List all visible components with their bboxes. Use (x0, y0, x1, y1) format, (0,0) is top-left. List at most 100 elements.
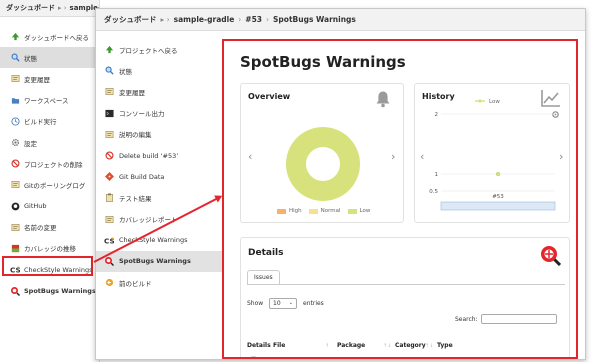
breadcrumb-dashboard[interactable]: ダッシュボード (6, 3, 55, 13)
no-entry-icon (10, 159, 20, 169)
back-sidebar-item[interactable]: 設定 (0, 132, 100, 153)
sidebar-item[interactable]: 前のビルド (96, 272, 222, 293)
breadcrumb-separator: ▸ › (58, 4, 67, 12)
sort-icon[interactable]: ↑↓ (425, 343, 433, 349)
column-header[interactable]: Category (395, 342, 426, 349)
back-sidebar-item[interactable]: プロジェクトの削除 (0, 153, 100, 174)
spotbugs-icon (541, 246, 561, 266)
back-sidebar-item[interactable]: ワークスペース (0, 90, 100, 111)
back-sidebar-item[interactable]: 変更履歴 (0, 68, 100, 89)
chevron-left-icon[interactable]: ‹ (248, 150, 252, 163)
search-icon (104, 66, 114, 76)
sidebar-item[interactable]: 説明の編集 (96, 124, 222, 145)
table-cell-type: ES_COMPARING_PARAMETER_STRING_WITH_EQ (437, 357, 567, 359)
highlight-spotbugs-back (2, 256, 93, 276)
legend-item[interactable]: Low (347, 208, 370, 214)
history-y-tick: 0.5 (429, 189, 438, 195)
show-label: Show (247, 300, 264, 307)
table-cell-category: BAD_PRACTICE (395, 357, 440, 359)
history-point-low[interactable] (495, 171, 501, 177)
legend-item[interactable]: High (277, 208, 302, 214)
no-entry-icon (104, 151, 114, 161)
chevron-right-icon[interactable]: › (391, 150, 395, 163)
back-sidebar-item[interactable]: SpotBugs Warnings (0, 280, 100, 301)
sidebar-item[interactable]: CS CheckStyle Warnings (96, 230, 222, 251)
sidebar-item[interactable]: 状態 (96, 60, 222, 81)
clock-icon (10, 116, 20, 126)
breadcrumb-page[interactable]: SpotBugs Warnings (273, 15, 356, 24)
back-sidebar-item-label: ダッシュボードへ戻る (24, 33, 89, 42)
back-window: ダッシュボード ▸ › sample-gradle ダッシュボードへ戻る状態変更… (0, 0, 100, 362)
checkstyle-icon: CS (104, 235, 114, 245)
sidebar-item[interactable]: SpotBugs Warnings (96, 250, 222, 273)
legend-item[interactable]: Normal (308, 208, 341, 214)
sidebar-item[interactable]: 変更履歴 (96, 81, 222, 102)
arrow-up-icon (10, 32, 20, 42)
front-sidebar: プロジェクトへ戻る 状態変更履歴コンソール出力説明の編集 Delete build … (96, 31, 222, 359)
back-sidebar-item-label: SpotBugs Warnings (24, 286, 96, 295)
page-size-value: 10 (273, 300, 281, 307)
tab-issues[interactable]: Issues (247, 270, 280, 284)
breadcrumb-separator: ▸ › (160, 15, 170, 24)
overview-donut-chart (285, 127, 360, 201)
search-input[interactable] (481, 314, 557, 324)
sidebar-item[interactable]: Delete build ‘#53’ (96, 145, 222, 166)
details-card: Details Issues Show 10 ⌄ entries Search:… (240, 237, 570, 359)
back-sidebar-item[interactable]: Gitのポーリングログ (0, 174, 100, 195)
sidebar-item-label: 変更履歴 (119, 88, 145, 97)
sidebar-item-label: SpotBugs Warnings (119, 257, 191, 266)
sort-icon[interactable]: ↑↓ (383, 343, 391, 349)
sidebar-item[interactable]: プロジェクトへ戻る (96, 39, 222, 60)
notepad-icon (10, 180, 20, 190)
column-header[interactable]: Details (247, 342, 271, 349)
terminal-icon (104, 108, 114, 118)
overview-card: Overview ‹ › High Normal Low (240, 83, 404, 223)
back-breadcrumb: ダッシュボード ▸ › sample-gradle (0, 0, 99, 17)
sidebar-item[interactable]: Git Build Data (96, 166, 222, 187)
history-legend-label: Low (489, 99, 500, 105)
back-sidebar-item-label: 状態 (24, 54, 37, 63)
history-y-tick: 2 (435, 112, 439, 118)
arrow-left-icon (104, 278, 114, 288)
back-sidebar-item[interactable]: ビルド実行 (0, 111, 100, 132)
clipboard-icon (104, 193, 114, 203)
overview-legend: High Normal Low (277, 208, 377, 214)
notepad-icon (104, 87, 114, 97)
history-x-tick: #53 (492, 194, 504, 200)
column-header[interactable]: File (273, 342, 285, 349)
sidebar-item-label: Git Build Data (119, 172, 165, 181)
back-sidebar-item[interactable]: 名前の変更 (0, 217, 100, 238)
spotbugs-icon (104, 256, 114, 267)
back-sidebar-item-label: カバレッジの推移 (24, 245, 76, 254)
front-window: ダッシュボード ▸ › sample-gradle › #53 › SpotBu… (95, 8, 586, 360)
search-icon (10, 53, 20, 63)
legend-swatch (277, 208, 286, 214)
expand-row-button[interactable]: + (249, 356, 258, 357)
history-y-tick: 1 (435, 172, 439, 178)
column-header[interactable]: Package (337, 342, 365, 349)
back-sidebar-item-label: ワークスペース (24, 97, 69, 106)
breadcrumb-build[interactable]: #53 (245, 15, 262, 24)
breadcrumb-job[interactable]: sample-gradle (174, 15, 235, 24)
donut-slice-low[interactable] (285, 127, 360, 201)
sidebar-item[interactable]: コンソール出力 (96, 103, 222, 124)
bell-icon[interactable] (375, 90, 391, 108)
main-panel: SpotBugs Warnings Overview ‹ › High Norma… (222, 39, 578, 359)
sort-icon[interactable]: ↑ (325, 343, 329, 349)
breadcrumb-dashboard[interactable]: ダッシュボード (104, 14, 157, 25)
column-header[interactable]: Type (437, 342, 453, 349)
back-sidebar-item-label: 設定 (24, 139, 37, 148)
table-cell-file[interactable]: UserService.java:7 (273, 357, 329, 359)
notepad-icon (104, 214, 114, 224)
notepad-icon (10, 74, 20, 84)
back-sidebar-item[interactable]: 状態 (0, 47, 100, 69)
page-size-select[interactable]: 10 ⌄ (269, 298, 297, 309)
back-sidebar-item[interactable]: GitHub (0, 196, 100, 217)
history-range-slider[interactable] (440, 201, 556, 211)
notepad-icon (104, 129, 114, 139)
tab-divider (247, 284, 565, 285)
back-sidebar-item[interactable]: ダッシュボードへ戻る (0, 26, 100, 47)
sidebar-item-label: 説明の編集 (119, 131, 152, 140)
details-title: Details (248, 248, 284, 258)
entries-label: entries (303, 300, 324, 307)
